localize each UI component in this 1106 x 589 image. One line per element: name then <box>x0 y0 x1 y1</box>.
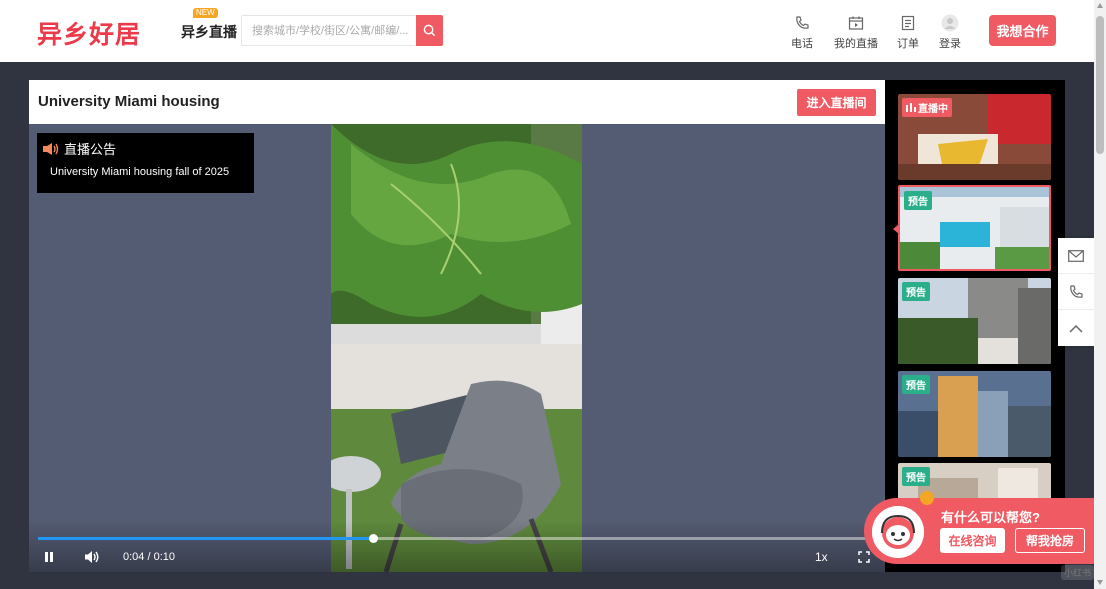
pause-button[interactable] <box>40 548 58 566</box>
nav-login[interactable]: 登录 <box>939 14 961 51</box>
preview-badge: 预告 <box>902 282 930 301</box>
assistant-icon <box>872 506 924 558</box>
new-badge: NEW <box>193 8 218 18</box>
volume-icon <box>85 551 99 563</box>
live-thumb[interactable]: 直播中 <box>898 94 1051 180</box>
watermark: 小红书 <box>1061 565 1095 580</box>
live-player-panel: University Miami housing 进入直播间 直播公告 Univ… <box>29 80 885 572</box>
video-scene <box>331 124 582 572</box>
cooperate-button[interactable]: 我想合作 <box>989 15 1056 46</box>
progress-handle[interactable] <box>369 534 379 543</box>
player-header: University Miami housing 进入直播间 <box>29 80 885 124</box>
time-display: 0:04 / 0:10 <box>123 551 175 563</box>
live-calendar-icon <box>847 14 865 32</box>
online-consult-button[interactable]: 在线咨询 <box>940 528 1005 553</box>
call-button[interactable] <box>1058 274 1094 310</box>
live-badge: 直播中 <box>902 98 952 117</box>
site-header: 异乡好居 NEW 异乡直播 电话 我的直播 订单 登录 我想合作 <box>0 0 1094 62</box>
live-notice: 直播公告 University Miami housing fall of 20… <box>37 133 254 193</box>
nav-my-live[interactable]: 我的直播 <box>834 14 878 51</box>
search-box <box>241 15 443 46</box>
message-button[interactable] <box>1058 238 1094 274</box>
pause-icon <box>45 552 53 562</box>
search-icon <box>423 24 436 37</box>
assistant-avatar[interactable] <box>872 506 924 558</box>
floating-toolbar <box>1058 238 1094 346</box>
volume-button[interactable] <box>82 548 102 566</box>
speed-button[interactable]: 1x <box>815 548 828 566</box>
notice-text: University Miami housing fall of 2025 <box>50 166 230 178</box>
active-thumb-indicator <box>893 224 899 234</box>
phone-icon <box>793 14 811 32</box>
live-bars-icon <box>906 103 916 112</box>
nav-orders[interactable]: 订单 <box>897 14 919 51</box>
grab-room-button[interactable]: 帮我抢房 <box>1015 528 1085 553</box>
mail-icon <box>1068 249 1084 262</box>
scroll-up-arrow[interactable] <box>1097 3 1103 8</box>
notification-dot <box>920 491 934 505</box>
scroll-thumb[interactable] <box>1096 16 1104 154</box>
notice-title: 直播公告 <box>64 142 117 157</box>
preview-thumb[interactable]: 预告 <box>898 278 1051 364</box>
video-frame[interactable] <box>331 124 582 572</box>
enter-live-room-button[interactable]: 进入直播间 <box>797 89 876 116</box>
preview-thumb[interactable]: 预告 <box>898 185 1051 271</box>
preview-badge: 预告 <box>902 375 930 394</box>
user-icon <box>941 14 959 32</box>
preview-badge: 预告 <box>902 467 930 486</box>
chevron-up-icon <box>1069 324 1083 333</box>
nav-phone[interactable]: 电话 <box>791 14 813 51</box>
speaker-icon <box>43 142 59 155</box>
back-to-top-button[interactable] <box>1058 310 1094 346</box>
video-controls: 0:04 / 0:10 1x <box>29 520 885 572</box>
page-scrollbar[interactable] <box>1094 0 1106 589</box>
search-input[interactable] <box>242 16 417 45</box>
search-button[interactable] <box>416 15 443 46</box>
scroll-down-arrow[interactable] <box>1097 580 1103 585</box>
progress-fill <box>38 537 374 540</box>
help-widget: 有什么可以帮您? 在线咨询 帮我抢房 <box>864 491 1094 564</box>
phone-icon <box>1070 284 1083 298</box>
preview-badge: 预告 <box>904 191 932 210</box>
help-question: 有什么可以帮您? <box>941 510 1040 525</box>
progress-bar[interactable] <box>38 534 876 543</box>
preview-thumb[interactable]: 预告 <box>898 371 1051 457</box>
live-title: University Miami housing <box>38 93 220 110</box>
live-nav-link[interactable]: 异乡直播 <box>181 22 237 42</box>
site-logo[interactable]: 异乡好居 <box>37 15 141 51</box>
order-icon <box>899 14 917 32</box>
